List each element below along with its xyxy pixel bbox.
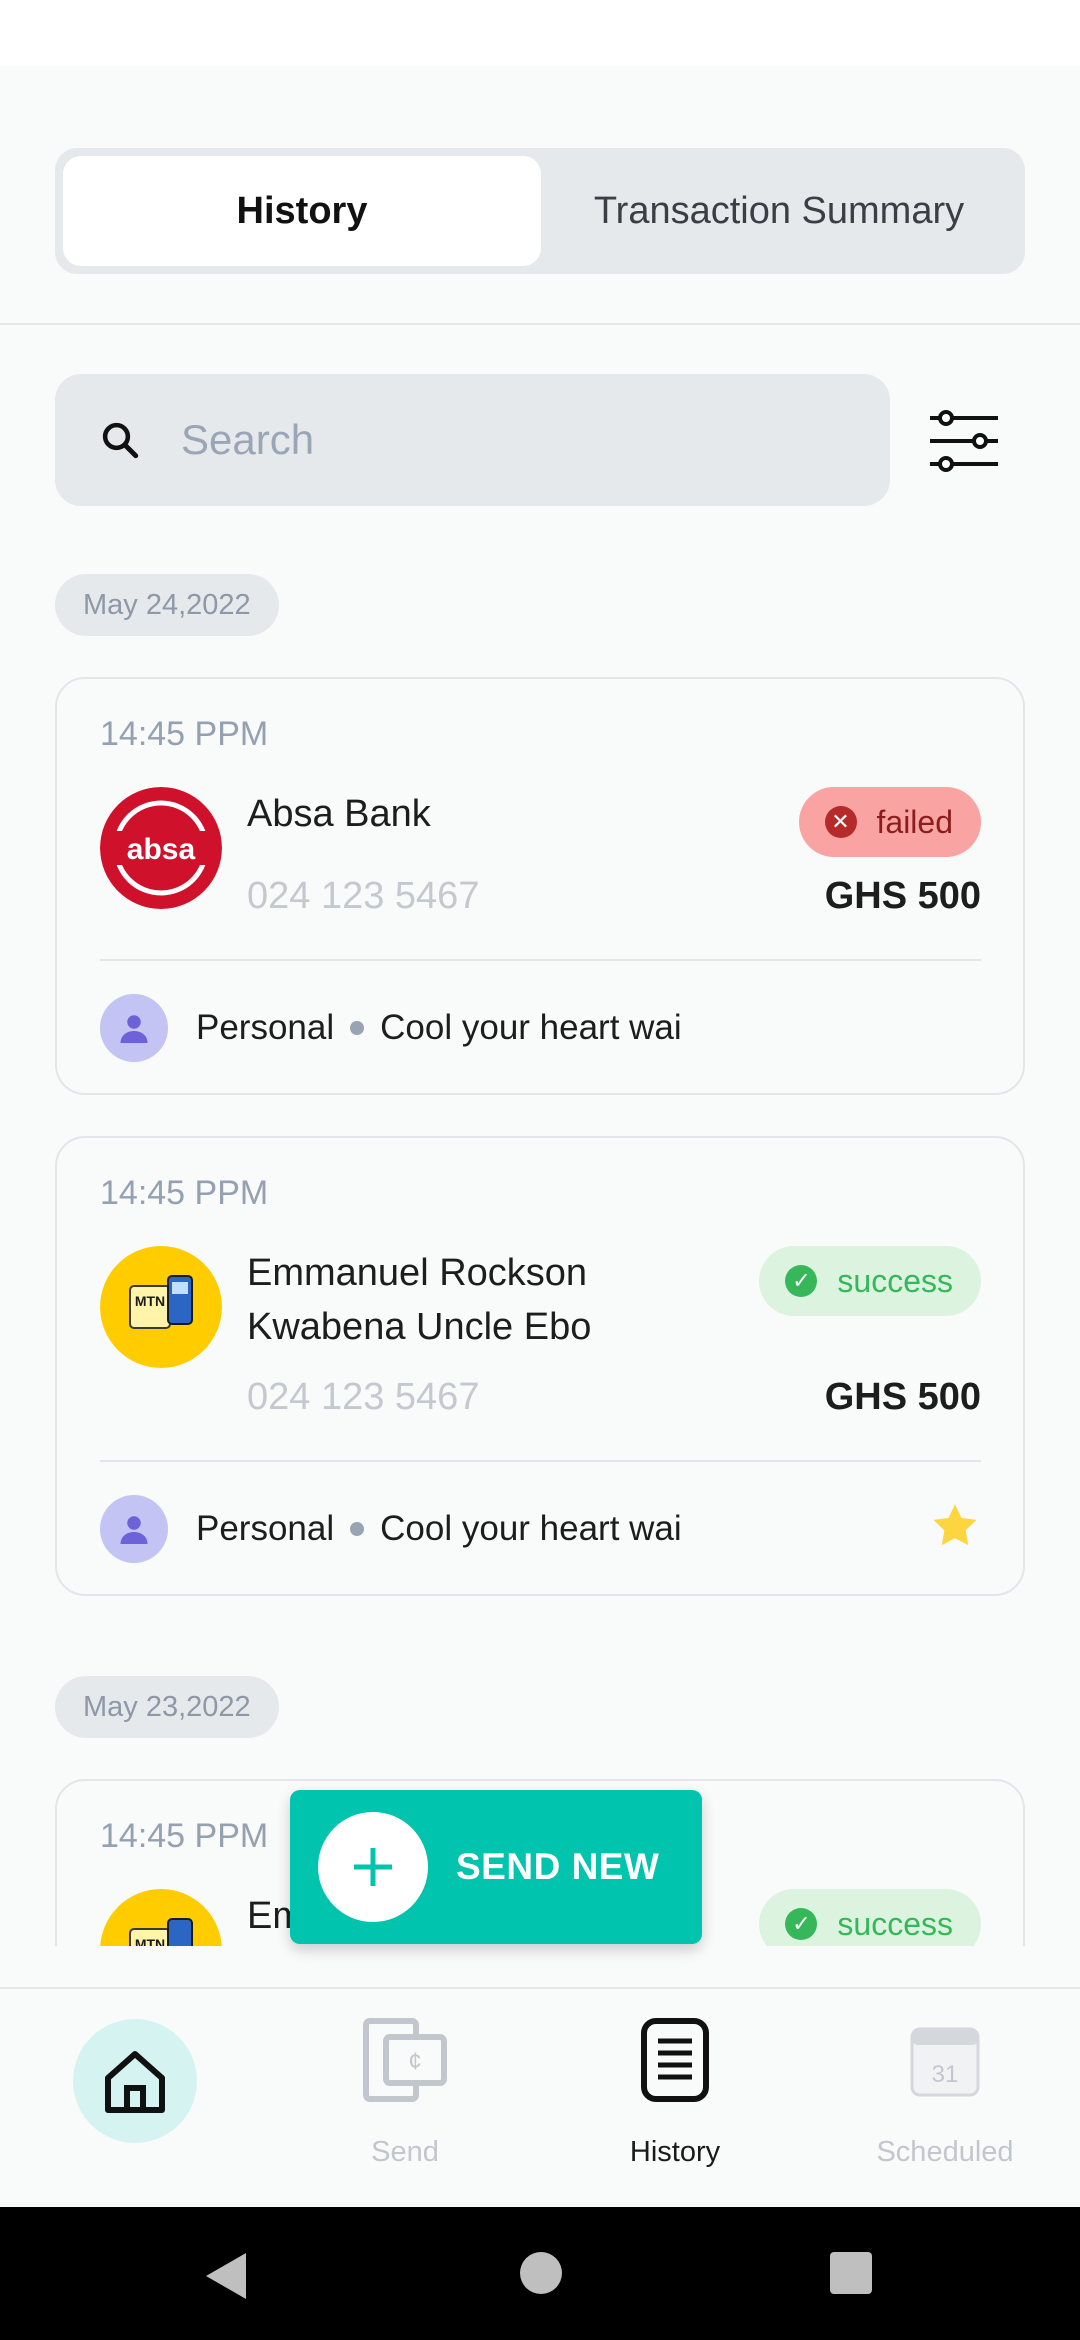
svg-text:MTN: MTN	[135, 1936, 165, 1946]
plus-icon	[318, 1812, 428, 1922]
category-label: Personal	[196, 1509, 335, 1548]
wallet-send-icon: ¢	[363, 2018, 447, 2102]
error-icon: ✕	[824, 806, 857, 838]
home-icon	[73, 2019, 197, 2143]
recipient-phone: 024 123 5467	[247, 1376, 480, 1418]
category-label: Personal	[196, 1008, 335, 1047]
recipient-phone: 024 123 5467	[247, 875, 480, 917]
back-icon[interactable]	[202, 2251, 248, 2301]
status-badge: ✕ failed	[798, 787, 981, 857]
tab-history[interactable]: History	[63, 156, 541, 266]
person-icon	[100, 994, 168, 1062]
status-label: failed	[876, 803, 954, 840]
bottom-navigation: ¢ Send History 31 Scheduled	[0, 1987, 1080, 2207]
calendar-icon: 31	[910, 2027, 980, 2097]
nav-send[interactable]: ¢ Send	[270, 1989, 540, 2209]
nav-scheduled-label: Scheduled	[876, 2136, 1014, 2168]
date-chip: May 23,2022	[55, 1676, 279, 1738]
date-chip: May 24,2022	[55, 574, 279, 636]
separator-dot	[350, 1522, 365, 1536]
nav-send-label: Send	[371, 2136, 439, 2168]
mtn-mobile-money-logo: MTN	[100, 1246, 222, 1368]
filter-button[interactable]	[922, 396, 1006, 486]
segmented-tabs: History Transaction Summary	[55, 148, 1025, 274]
card-footer: Personal Cool your heart wai	[100, 1495, 682, 1563]
recipient-name: Absa Bank	[247, 793, 431, 835]
home-circle-icon[interactable]	[519, 2251, 563, 2295]
mtn-mobile-money-logo: MTN	[100, 1889, 222, 1946]
tab-transaction-summary[interactable]: Transaction Summary	[541, 156, 1017, 266]
svg-text:MTN: MTN	[135, 1293, 165, 1309]
search-bar[interactable]	[55, 374, 890, 506]
status-bar	[0, 0, 1080, 66]
transaction-time: 14:45 PPM	[100, 1817, 269, 1855]
transaction-card[interactable]: 14:45 PPM absa Absa Bank 024 123 5467 ✕ …	[55, 677, 1025, 1095]
status-badge: ✓ success	[759, 1889, 981, 1946]
transaction-note: Cool your heart wai	[380, 1008, 682, 1047]
send-new-label: SEND NEW	[456, 1846, 660, 1887]
transaction-card[interactable]: 14:45 PPM MTN Emmanuel Rockson Kwabena U…	[55, 1136, 1025, 1596]
separator-dot	[350, 1021, 365, 1035]
status-badge: ✓ success	[759, 1246, 981, 1316]
transaction-list[interactable]: May 24,2022 14:45 PPM absa Absa Bank 024…	[0, 540, 1080, 1946]
search-icon	[102, 422, 139, 459]
card-divider	[100, 959, 981, 961]
receipt-icon	[641, 2018, 709, 2102]
transaction-amount: GHS 500	[824, 1376, 981, 1418]
absa-logo: absa	[100, 787, 222, 909]
nav-history[interactable]: History	[540, 1989, 810, 2209]
transaction-time: 14:45 PPM	[100, 1174, 269, 1212]
card-divider	[100, 1460, 981, 1462]
card-footer: Personal Cool your heart wai	[100, 994, 682, 1062]
nav-history-label: History	[629, 2136, 721, 2168]
nav-scheduled[interactable]: 31 Scheduled	[810, 1989, 1080, 2209]
sliders-icon	[930, 410, 998, 472]
transaction-amount: GHS 500	[824, 875, 981, 917]
svg-text:31: 31	[932, 2061, 959, 2088]
header-divider	[0, 323, 1080, 325]
recents-icon[interactable]	[829, 2251, 873, 2295]
send-new-button[interactable]: SEND NEW	[290, 1790, 702, 1944]
status-label: success	[837, 1905, 953, 1942]
check-circle-icon: ✓	[785, 1908, 818, 1940]
svg-text:absa: absa	[127, 833, 196, 866]
svg-text:¢: ¢	[408, 2048, 421, 2075]
system-navigation-bar	[0, 2207, 1080, 2340]
check-circle-icon: ✓	[785, 1265, 818, 1297]
person-icon	[100, 1495, 168, 1563]
status-label: success	[837, 1262, 953, 1299]
search-input[interactable]	[181, 416, 831, 464]
nav-home[interactable]	[0, 1989, 270, 2209]
transaction-note: Cool your heart wai	[380, 1509, 682, 1548]
transaction-time: 14:45 PPM	[100, 715, 269, 753]
recipient-name: Emmanuel Rockson Kwabena Uncle Ebo	[247, 1252, 592, 1348]
star-icon[interactable]	[929, 1500, 981, 1557]
